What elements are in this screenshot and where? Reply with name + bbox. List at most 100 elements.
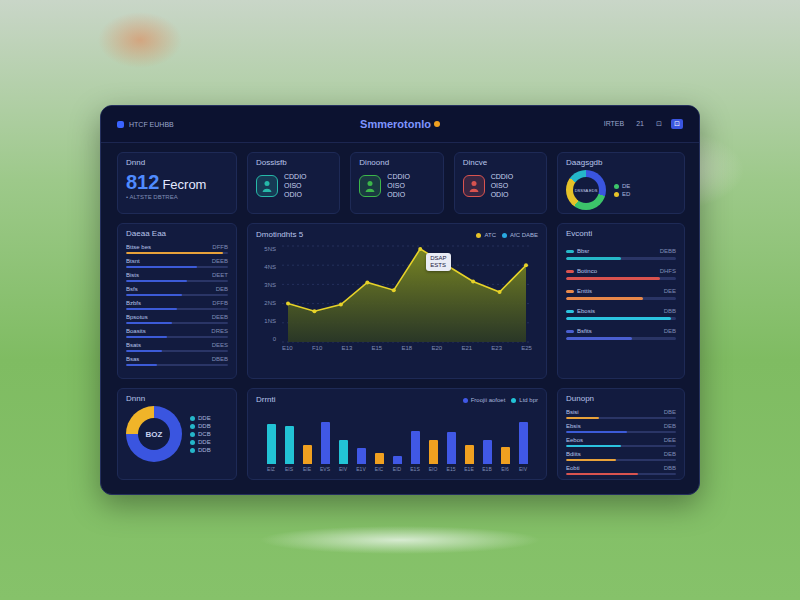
row-track [566, 431, 676, 433]
events-list: Bbsr DEBB Botinco DHFS Enttis DEE Ebosis… [566, 247, 676, 340]
ranking-row[interactable]: Bsats DEES [126, 341, 228, 352]
kpi-values: CDDIOOISOODIO [387, 172, 410, 199]
legend-label: DCB [198, 431, 211, 437]
bar[interactable] [285, 426, 294, 464]
bar[interactable] [483, 440, 492, 464]
data-point[interactable] [471, 280, 475, 284]
row-fill [126, 350, 162, 352]
logo-icon [117, 121, 124, 128]
bar[interactable] [447, 432, 456, 464]
header-action[interactable]: IRTEB [601, 119, 628, 129]
bar-area [339, 410, 348, 464]
row-label: Bsisi [566, 408, 579, 416]
bar[interactable] [501, 447, 510, 464]
kpi-body: CDDIOOISOODIO [463, 172, 538, 199]
y-tick: 5NS [256, 246, 276, 252]
data-point[interactable] [365, 280, 369, 284]
data-point[interactable] [339, 303, 343, 307]
kpi-value: ODIO [284, 190, 307, 199]
event-row[interactable]: Enttis DEE [566, 287, 676, 300]
kpi-values: CDDIOOISOODIO [284, 172, 307, 199]
bar[interactable] [429, 440, 438, 464]
ranking-row[interactable]: Bsas DBEB [126, 355, 228, 366]
row-reading: DEEB [212, 313, 228, 321]
kpi-card[interactable]: Dossisfb CDDIOOISOODIO [247, 152, 340, 214]
bar[interactable] [375, 453, 384, 464]
event-row[interactable]: Botinco DHFS [566, 267, 676, 280]
data-point[interactable] [312, 309, 316, 313]
bar[interactable] [411, 431, 420, 464]
data-point[interactable] [524, 263, 528, 267]
legend-item: DDE [190, 439, 211, 445]
legend-dot [190, 424, 195, 429]
kpi-card[interactable]: Dincve CDDIOOISOODIO [454, 152, 547, 214]
legend-dot [190, 448, 195, 453]
detail-row[interactable]: Bsisi DBE [566, 408, 676, 419]
event-row[interactable]: Bsfits DEB [566, 327, 676, 340]
bar-column: EI6 [498, 410, 512, 473]
bar-column: E1V [354, 410, 368, 473]
kpi-card[interactable]: Dinoond CDDIOOISOODIO [350, 152, 443, 214]
donut-chart: DSSSA EDS [566, 170, 606, 210]
legend-dot [502, 233, 507, 238]
row-text: Btsnt DEEB [126, 257, 228, 265]
x-label: EIS [285, 466, 293, 473]
dashboard: HTCF EUHBB Smmerotonlo IRTEB21⊡⊡ Dnnd 81… [100, 105, 700, 495]
ranking-row[interactable]: Bttse bes DFFB [126, 243, 228, 254]
bar[interactable] [339, 440, 348, 464]
bar[interactable] [519, 422, 528, 464]
data-point[interactable] [392, 288, 396, 292]
y-tick: 4NS [256, 264, 276, 270]
bar-column: E1S [408, 410, 422, 473]
row-text: Bbsr DEBB [566, 247, 676, 255]
page: HTCF EUHBB Smmerotonlo IRTEB21⊡⊡ Dnnd 81… [0, 0, 800, 600]
detail-row[interactable]: Eobti DBB [566, 464, 676, 475]
event-marker [566, 310, 574, 313]
ranking-row[interactable]: Btsnt DEEB [126, 257, 228, 268]
ranking-row[interactable]: Boasits DRES [126, 327, 228, 338]
bar[interactable] [321, 422, 330, 464]
legend-label: DDE [198, 415, 211, 421]
event-row[interactable]: Ebosis DBB [566, 307, 676, 320]
detail-row[interactable]: Bdiits DEB [566, 450, 676, 461]
detail-row[interactable]: Ebsis DEB [566, 422, 676, 433]
event-marker [566, 270, 574, 273]
x-label: E15 [372, 345, 383, 351]
ranking-row[interactable]: Bzbfs DFFB [126, 299, 228, 310]
title-text: Smmerotonlo [360, 118, 431, 130]
data-point[interactable] [498, 290, 502, 294]
row-track [566, 473, 676, 475]
card-label: Dossisfb [256, 158, 331, 168]
bar[interactable] [303, 445, 312, 464]
detail-row[interactable]: Eebos DEE [566, 436, 676, 447]
ranking-row[interactable]: Bists DEET [126, 271, 228, 282]
header-action[interactable]: 21 [633, 119, 647, 129]
line-chart [282, 246, 532, 342]
ranking-row[interactable]: Bsfs DEB [126, 285, 228, 296]
ranking-row[interactable]: Bpsotus DEEB [126, 313, 228, 324]
data-point[interactable] [286, 302, 290, 306]
player-icon [359, 175, 381, 197]
bar[interactable] [393, 456, 402, 464]
event-marker [566, 290, 574, 293]
row-label: Bzbfs [126, 299, 141, 307]
x-label: E21 [461, 345, 472, 351]
bar[interactable] [267, 424, 276, 465]
bar[interactable] [465, 445, 474, 464]
header-action[interactable]: ⊡ [653, 119, 665, 129]
x-label: E13 [342, 345, 353, 351]
row-reading: DEB [664, 450, 676, 458]
brand[interactable]: HTCF EUHBB [117, 121, 360, 128]
summary-caption: • ALTSTE DBTREA [126, 194, 228, 200]
x-label: EIZ [267, 466, 275, 473]
data-point[interactable] [418, 247, 422, 251]
y-tick: 0 [256, 336, 276, 342]
chart-header: Dmotindhts 5 ATC AfC DABE [256, 230, 538, 240]
event-row[interactable]: Bbsr DEBB [566, 247, 676, 260]
kpi-value: CDDIO [284, 172, 307, 181]
row-text: Bttse bes DFFB [126, 243, 228, 251]
row-fill [566, 473, 638, 475]
bar[interactable] [357, 448, 366, 464]
x-label: E1B [482, 466, 491, 473]
header-action[interactable]: ⊡ [671, 119, 683, 129]
